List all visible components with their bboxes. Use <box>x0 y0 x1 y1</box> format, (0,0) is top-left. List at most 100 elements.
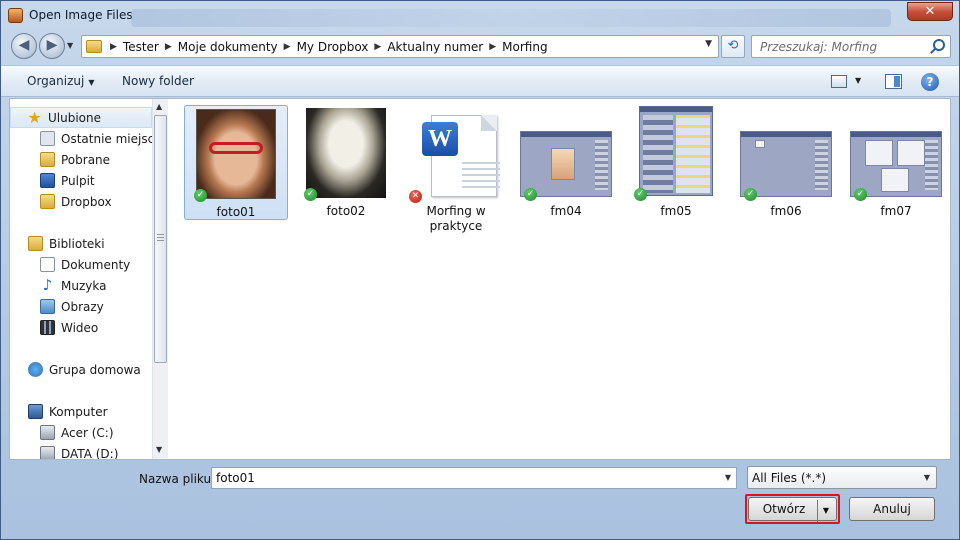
chevron-right-icon[interactable]: ▶ <box>284 42 291 52</box>
preview-pane-icon[interactable] <box>885 74 902 89</box>
sidebar-item-ulubione[interactable]: ★ Ulubione <box>10 107 152 128</box>
dialog-footer: Nazwa pliku: foto01 ▼ All Files (*.*) ▼ … <box>1 461 959 539</box>
sidebar-item-data-d[interactable]: DATA (D:) <box>10 443 152 459</box>
title-bar: Open Image Files ✕ <box>1 1 959 29</box>
homegroup-icon <box>28 362 43 377</box>
breadcrumb-my-dropbox[interactable]: My Dropbox <box>297 40 369 54</box>
folder-icon <box>86 40 102 53</box>
screenshot-thumbnail <box>639 106 713 196</box>
downloads-icon <box>40 152 55 167</box>
sidebar-item-label: Ulubione <box>48 110 102 125</box>
file-item-fm07[interactable]: ✓ fm07 <box>844 105 948 220</box>
recent-pages-dropdown[interactable]: ▼ <box>67 41 73 50</box>
thumbnail-titlebar <box>741 132 831 137</box>
refresh-button[interactable]: ⟲ <box>721 35 745 58</box>
photo-thumbnail <box>196 109 276 199</box>
sidebar-item-komputer[interactable]: Komputer <box>10 401 152 422</box>
sidebar-item-label: Muzyka <box>61 278 107 293</box>
search-icon[interactable] <box>933 39 945 51</box>
chevron-right-icon[interactable]: ▶ <box>165 42 172 52</box>
breadcrumb-morfing[interactable]: Morfing <box>502 40 547 54</box>
file-item-foto02[interactable]: ✓ foto02 <box>294 105 398 220</box>
sidebar-item-label: Obrazy <box>61 299 104 314</box>
filename-value: foto01 <box>216 471 255 485</box>
chevron-down-icon[interactable]: ▼ <box>705 39 712 49</box>
back-button[interactable]: ◀ <box>11 33 37 59</box>
address-bar[interactable]: ▶ Tester ▶ Moje dokumenty ▶ My Dropbox ▶… <box>81 35 719 58</box>
breadcrumb-aktualny-numer[interactable]: Aktualny numer <box>387 40 483 54</box>
open-options-dropdown[interactable]: ▼ <box>817 500 834 522</box>
file-item-fm05[interactable]: ✓ fm05 <box>624 105 728 220</box>
music-icon: ♪ <box>42 276 53 294</box>
sidebar-item-label: Komputer <box>49 404 108 419</box>
thumbnail-panel <box>897 140 925 166</box>
breadcrumb-tester[interactable]: Tester <box>123 40 159 54</box>
thumbnail-menu-column <box>643 115 673 193</box>
file-name: Morfing w praktyce <box>426 204 486 233</box>
navigation-scrollbar[interactable]: ▲ ▼ <box>152 99 168 459</box>
search-input[interactable]: Przeszukaj: Morfing <box>751 35 951 58</box>
open-image-files-dialog: Open Image Files ✕ ◀ ▶ ▼ ▶ Tester ▶ Moje… <box>0 0 960 540</box>
file-item-fm04[interactable]: ✓ fm04 <box>514 105 618 220</box>
chevron-right-icon[interactable]: ▶ <box>489 42 496 52</box>
sync-ok-icon: ✓ <box>744 188 757 201</box>
navigation-pane: ★ Ulubione Ostatnie miejsca Pobrane Pulp… <box>10 99 152 459</box>
sidebar-item-pobrane[interactable]: Pobrane <box>10 149 152 170</box>
sidebar-item-obrazy[interactable]: Obrazy <box>10 296 152 317</box>
sidebar-item-label: DATA (D:) <box>61 446 119 460</box>
sidebar-item-wideo[interactable]: Wideo <box>10 317 152 338</box>
chevron-down-icon[interactable]: ▼ <box>725 473 731 482</box>
file-item-morfing-w-praktyce[interactable]: W ✕ Morfing w praktyce <box>404 105 508 233</box>
file-item-fm06[interactable]: ✓ fm06 <box>734 105 838 220</box>
change-view-icon[interactable] <box>831 75 847 88</box>
cancel-button[interactable]: Anuluj <box>849 497 935 521</box>
chevron-down-icon[interactable]: ▼ <box>855 76 861 85</box>
chevron-right-icon[interactable]: ▶ <box>110 42 117 52</box>
sidebar-item-pulpit[interactable]: Pulpit <box>10 170 152 191</box>
thumbnail-titlebar <box>521 132 611 137</box>
file-name: foto01 <box>216 205 256 219</box>
organize-menu-button[interactable]: Organizuj ▼ <box>27 74 94 88</box>
sidebar-item-muzyka[interactable]: ♪ Muzyka <box>10 275 152 296</box>
thumbnail-panel <box>865 140 893 166</box>
filename-field[interactable]: foto01 ▼ <box>211 467 737 489</box>
pictures-icon <box>40 299 55 314</box>
screenshot-thumbnail <box>740 131 832 197</box>
chevron-down-icon: ▼ <box>923 473 930 482</box>
file-name: fm07 <box>880 204 912 218</box>
sidebar-item-label: Pulpit <box>61 173 95 188</box>
text-lines <box>462 162 500 192</box>
sidebar-item-ostatnie-miejsca[interactable]: Ostatnie miejsca <box>10 128 152 149</box>
file-item-foto01[interactable]: ✓ foto01 <box>184 105 288 220</box>
scroll-up-icon[interactable]: ▲ <box>156 102 162 111</box>
sidebar-item-label: Acer (C:) <box>61 425 114 440</box>
sidebar-item-dropbox[interactable]: Dropbox <box>10 191 152 212</box>
scrollbar-thumb[interactable] <box>154 115 167 363</box>
sync-ok-icon: ✓ <box>304 188 317 201</box>
forward-button[interactable]: ▶ <box>39 33 65 59</box>
help-icon[interactable]: ? <box>921 73 939 91</box>
file-type-value: All Files (*.*) <box>752 471 827 485</box>
sync-ok-icon: ✓ <box>194 189 207 202</box>
file-type-select[interactable]: All Files (*.*) ▼ <box>747 466 937 489</box>
sidebar-item-grupa-domowa[interactable]: Grupa domowa <box>10 359 152 380</box>
close-button[interactable]: ✕ <box>907 2 953 21</box>
command-toolbar: Organizuj ▼ Nowy folder ▼ ? <box>1 65 959 97</box>
sync-ok-icon: ✓ <box>854 188 867 201</box>
drive-icon <box>40 425 55 440</box>
new-folder-button[interactable]: Nowy folder <box>122 74 194 88</box>
video-icon <box>40 320 55 335</box>
sidebar-item-biblioteki[interactable]: Biblioteki <box>10 233 152 254</box>
open-button[interactable]: Otwórz ▼ <box>748 497 837 522</box>
browser-area: ★ Ulubione Ostatnie miejsca Pobrane Pulp… <box>9 98 951 460</box>
window-title: Open Image Files <box>29 8 133 22</box>
sidebar-item-label: Biblioteki <box>49 236 105 251</box>
filename-label: Nazwa pliku: <box>139 472 216 486</box>
breadcrumb-moje-dokumenty[interactable]: Moje dokumenty <box>178 40 278 54</box>
chevron-right-icon[interactable]: ▶ <box>374 42 381 52</box>
sidebar-item-acer-c[interactable]: Acer (C:) <box>10 422 152 443</box>
screenshot-thumbnail <box>520 131 612 197</box>
sidebar-item-dokumenty[interactable]: Dokumenty <box>10 254 152 275</box>
file-name: foto02 <box>326 204 366 218</box>
scroll-down-icon[interactable]: ▼ <box>156 445 162 454</box>
